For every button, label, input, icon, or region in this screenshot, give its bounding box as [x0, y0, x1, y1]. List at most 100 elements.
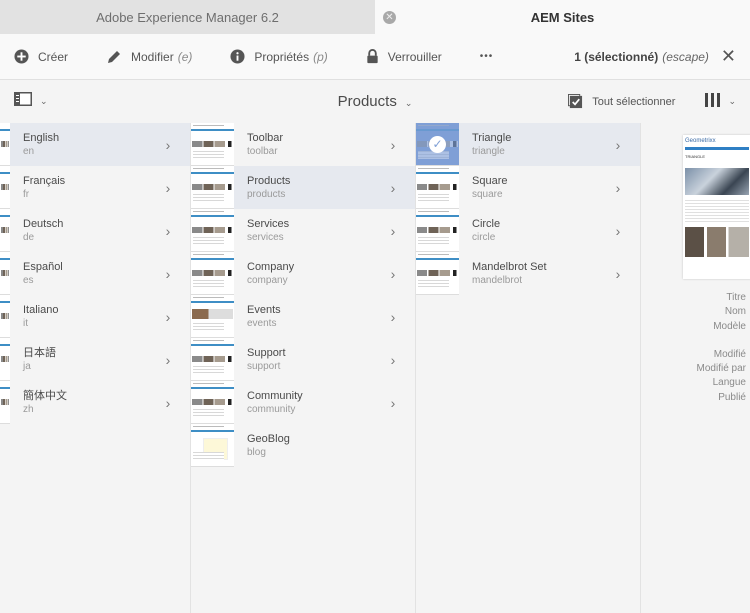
page-thumbnail[interactable]: [0, 295, 10, 338]
page-thumbnail[interactable]: [0, 209, 10, 252]
chevron-right-icon[interactable]: ›: [381, 395, 405, 411]
list-item[interactable]: Toolbar toolbar ›: [191, 123, 415, 166]
chevron-right-icon[interactable]: ›: [156, 180, 180, 196]
properties-button[interactable]: Propriétés (p): [230, 49, 328, 64]
page-thumbnail[interactable]: ✓: [416, 123, 459, 166]
chevron-right-icon[interactable]: ›: [156, 266, 180, 282]
page-thumbnail[interactable]: [191, 166, 234, 209]
tab-aem-sites[interactable]: ✕ AEM Sites: [375, 0, 750, 34]
chevron-right-icon[interactable]: ›: [381, 180, 405, 196]
title-dropdown[interactable]: Products ⌄: [338, 93, 413, 110]
page-thumbnail[interactable]: [0, 252, 10, 295]
chevron-right-icon[interactable]: ›: [156, 395, 180, 411]
preview-page-title: TRIANGLE: [685, 154, 706, 159]
list-item[interactable]: Services services ›: [191, 209, 415, 252]
close-selection-icon[interactable]: ✕: [721, 46, 736, 67]
list-item[interactable]: Deutsch de ›: [0, 209, 190, 252]
more-button[interactable]: •••: [480, 51, 494, 62]
list-item[interactable]: Community community ›: [191, 381, 415, 424]
list-item[interactable]: Products products ›: [191, 166, 415, 209]
column-view: English en › Français fr › Deutsch de › Español es…: [0, 123, 750, 613]
tab-label: AEM Sites: [530, 9, 595, 25]
chevron-right-icon[interactable]: ›: [156, 309, 180, 325]
rail-toggle-button[interactable]: ⌄: [14, 92, 48, 111]
list-item[interactable]: Company company ›: [191, 252, 415, 295]
column-languages: English en › Français fr › Deutsch de › Español es…: [0, 123, 191, 613]
page-thumbnail[interactable]: [191, 381, 234, 424]
item-title: Italiano: [23, 303, 59, 316]
page-thumbnail[interactable]: [416, 166, 459, 209]
page-thumbnail[interactable]: [191, 338, 234, 381]
selection-info: 1 (sélectionné) (escape) ✕: [574, 46, 736, 67]
page-thumbnail[interactable]: [191, 252, 234, 295]
page-thumbnail[interactable]: [191, 209, 234, 252]
edit-button[interactable]: Modifier (e): [106, 49, 192, 65]
list-item[interactable]: 簡体中文 zh ›: [0, 381, 190, 424]
select-all-button[interactable]: Tout sélectionner: [568, 94, 675, 109]
chevron-right-icon[interactable]: ›: [156, 223, 180, 239]
list-item[interactable]: 日本語 ja ›: [0, 338, 190, 381]
checkmark-icon: ✓: [429, 136, 446, 153]
chevron-right-icon[interactable]: ›: [381, 266, 405, 282]
item-name: triangle: [472, 145, 505, 157]
list-item[interactable]: GeoBlog blog: [191, 424, 415, 467]
page-thumbnail[interactable]: [191, 123, 234, 166]
item-name: company: [247, 274, 288, 286]
chevron-right-icon[interactable]: ›: [606, 180, 630, 196]
page-thumbnail[interactable]: [416, 209, 459, 252]
item-title: GeoBlog: [247, 432, 290, 445]
page-thumbnail[interactable]: [0, 166, 10, 209]
metadata-labels: Titre Nom Modèle Modifié Modifié par Lan…: [697, 291, 746, 405]
page-thumbnail[interactable]: [0, 381, 10, 424]
list-item[interactable]: Events events ›: [191, 295, 415, 338]
list-item[interactable]: Square square ›: [416, 166, 640, 209]
view-switcher-button[interactable]: ⌄: [705, 93, 736, 110]
item-name: support: [247, 360, 281, 372]
item-name: products: [247, 188, 286, 200]
item-name: services: [247, 231, 284, 243]
chevron-right-icon[interactable]: ›: [606, 223, 630, 239]
list-item[interactable]: Support support ›: [191, 338, 415, 381]
page-thumbnail[interactable]: [191, 424, 234, 467]
chevron-right-icon[interactable]: ›: [606, 137, 630, 153]
tab-close-icon[interactable]: ✕: [383, 11, 396, 24]
list-item[interactable]: Español es ›: [0, 252, 190, 295]
chevron-right-icon[interactable]: ›: [381, 309, 405, 325]
item-name: mandelbrot: [472, 274, 523, 286]
chevron-right-icon[interactable]: ›: [381, 223, 405, 239]
page-thumbnail[interactable]: [416, 252, 459, 295]
chevron-right-icon[interactable]: ›: [156, 137, 180, 153]
meta-label: Titre: [726, 292, 746, 303]
list-item[interactable]: Mandelbrot Set mandelbrot ›: [416, 252, 640, 295]
chevron-down-icon: ⌄: [40, 96, 48, 106]
right-tools: Tout sélectionner ⌄: [568, 93, 736, 110]
meta-label: Modifié par: [696, 363, 746, 375]
list-item[interactable]: Français fr ›: [0, 166, 190, 209]
page-thumbnail[interactable]: [191, 295, 234, 338]
create-button[interactable]: Créer: [14, 49, 68, 64]
list-item[interactable]: Circle circle ›: [416, 209, 640, 252]
item-title: English: [23, 131, 60, 144]
item-name: zh: [23, 403, 34, 415]
list-item[interactable]: Italiano it ›: [0, 295, 190, 338]
item-title: Company: [247, 260, 295, 273]
page-thumbnail[interactable]: [0, 338, 10, 381]
list-item[interactable]: English en ›: [0, 123, 190, 166]
page-thumbnail[interactable]: [0, 123, 10, 166]
chevron-down-icon: ⌄: [728, 96, 736, 106]
item-name: ja: [23, 360, 31, 372]
meta-label: Publié: [718, 391, 746, 403]
tab-label: Adobe Experience Manager 6.2: [96, 9, 279, 25]
chevron-right-icon[interactable]: ›: [381, 352, 405, 368]
tab-aem[interactable]: Adobe Experience Manager 6.2: [0, 0, 375, 34]
chevron-right-icon[interactable]: ›: [381, 137, 405, 153]
item-name: es: [23, 274, 34, 286]
pencil-icon: [106, 49, 122, 65]
item-title: Community: [247, 389, 303, 402]
list-item[interactable]: ✓ Triangle triangle ›: [416, 123, 640, 166]
chevron-right-icon[interactable]: ›: [606, 266, 630, 282]
chevron-down-icon: ⌄: [404, 98, 413, 108]
meta-label: Modèle: [713, 320, 746, 332]
chevron-right-icon[interactable]: ›: [156, 352, 180, 368]
lock-button[interactable]: Verrouiller: [366, 49, 442, 64]
